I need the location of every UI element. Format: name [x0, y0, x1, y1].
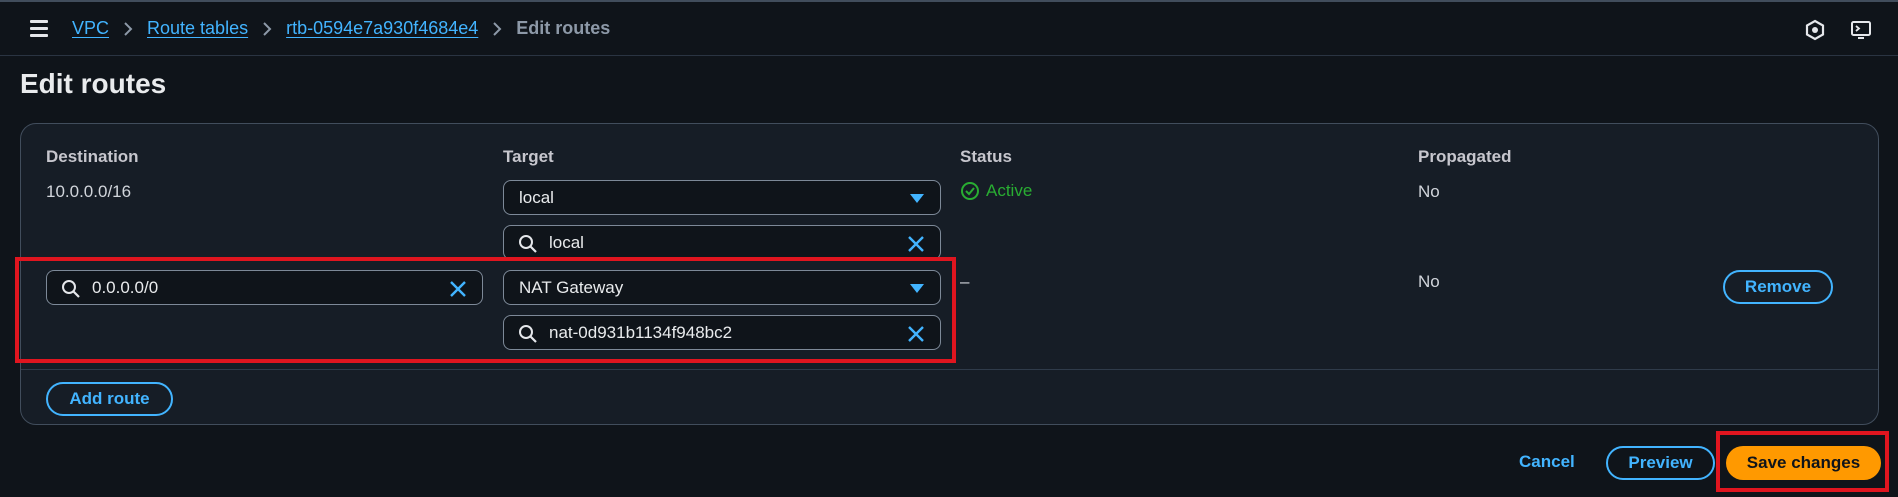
search-icon — [519, 325, 537, 343]
column-header-status: Status — [960, 147, 1012, 166]
target-type-select[interactable]: local — [503, 180, 941, 215]
divider — [21, 369, 1878, 370]
target-search-input[interactable]: nat-0d931b1134f948bc2 — [503, 315, 941, 350]
route-status: – — [960, 272, 970, 291]
top-navigation: VPC Route tables rtb-0594e7a930f4684e4 E… — [0, 0, 1898, 56]
caret-down-icon — [910, 194, 924, 203]
destination-value: 0.0.0.0/0 — [92, 278, 159, 297]
target-search-input[interactable]: local — [503, 225, 941, 260]
breadcrumb-route-table-id[interactable]: rtb-0594e7a930f4684e4 — [286, 18, 478, 39]
clear-icon[interactable] — [906, 324, 926, 344]
target-type-select[interactable]: NAT Gateway — [503, 270, 941, 305]
route-propagated: No — [1418, 182, 1440, 201]
breadcrumb-vpc[interactable]: VPC — [72, 18, 109, 39]
target-type-value: local — [519, 187, 554, 207]
target-search-value: local — [549, 233, 584, 252]
cancel-button[interactable]: Cancel — [1519, 452, 1575, 472]
clear-icon[interactable] — [448, 279, 468, 299]
search-icon — [519, 235, 537, 253]
notifications-icon[interactable] — [1804, 19, 1826, 41]
chevron-right-icon — [262, 21, 272, 37]
target-type-value: NAT Gateway — [519, 277, 624, 297]
add-route-button[interactable]: Add route — [46, 382, 173, 416]
preview-button[interactable]: Preview — [1606, 446, 1715, 480]
column-header-destination: Destination — [46, 147, 139, 166]
status-label: Active — [986, 181, 1033, 200]
status-badge: Active — [960, 181, 1032, 201]
breadcrumb-current: Edit routes — [516, 18, 611, 38]
chevron-right-icon — [492, 21, 502, 37]
save-changes-button[interactable]: Save changes — [1726, 446, 1881, 480]
cloudshell-icon[interactable] — [1850, 19, 1872, 41]
caret-down-icon — [910, 284, 924, 293]
column-header-target: Target — [503, 147, 554, 166]
breadcrumb-route-tables[interactable]: Route tables — [147, 18, 248, 39]
status-success-icon — [961, 182, 979, 200]
target-search-value: nat-0d931b1134f948bc2 — [549, 323, 733, 342]
remove-route-button[interactable]: Remove — [1723, 270, 1833, 304]
breadcrumb: VPC Route tables rtb-0594e7a930f4684e4 E… — [72, 18, 610, 39]
routes-panel: Destination Target Status Propagated 10.… — [20, 123, 1879, 425]
menu-icon[interactable] — [30, 20, 48, 37]
destination-input[interactable]: 0.0.0.0/0 — [46, 270, 483, 305]
chevron-right-icon — [123, 21, 133, 37]
route-destination: 10.0.0.0/16 — [46, 182, 132, 201]
page-title: Edit routes — [20, 68, 167, 99]
clear-icon[interactable] — [906, 234, 926, 254]
search-icon — [62, 280, 80, 298]
route-propagated: No — [1418, 272, 1440, 291]
column-header-propagated: Propagated — [1418, 147, 1512, 166]
